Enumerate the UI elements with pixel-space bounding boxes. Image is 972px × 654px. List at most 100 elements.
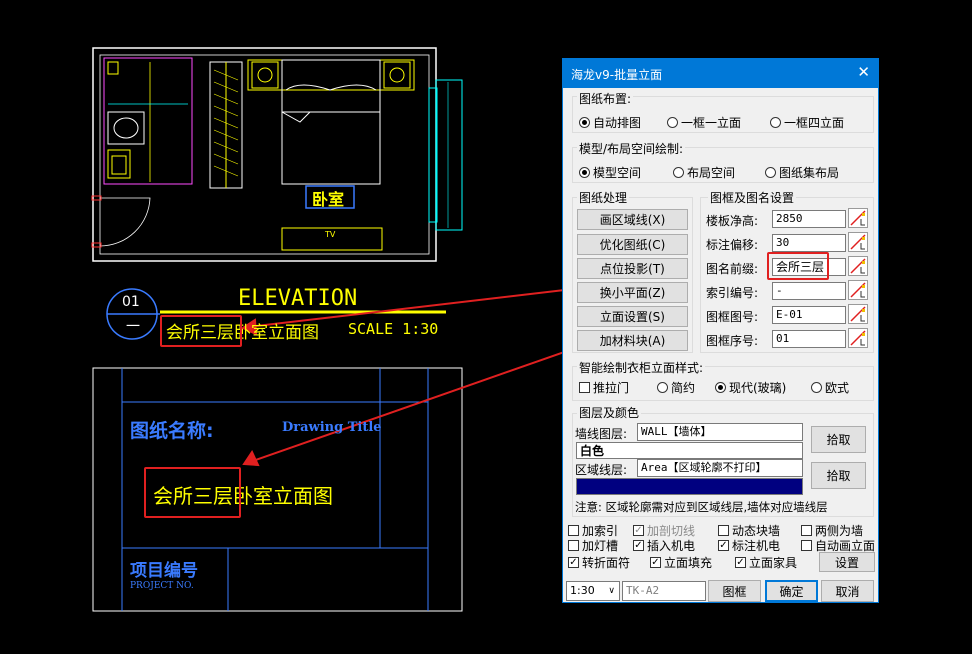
checkbox-dim-mep[interactable]: ✓ 标注机电 bbox=[718, 537, 780, 554]
pick-icon[interactable] bbox=[848, 232, 868, 252]
wall-color-swatch[interactable]: 白色 bbox=[576, 442, 803, 459]
checkbox-icon bbox=[568, 540, 579, 551]
cancel-button[interactable]: 取消 bbox=[821, 580, 874, 602]
pick-wall-layer-button[interactable]: 拾取 bbox=[811, 426, 866, 453]
radio-modern-glass[interactable]: 现代(玻璃) bbox=[715, 379, 786, 396]
radio-selected-icon bbox=[715, 382, 726, 393]
radio-selected-icon bbox=[579, 167, 590, 178]
radio-icon bbox=[657, 382, 668, 393]
checkbox-icon bbox=[801, 525, 812, 536]
checkbox-icon bbox=[718, 525, 729, 536]
pick-icon[interactable] bbox=[848, 280, 868, 300]
radio-layout-space[interactable]: 布局空间 bbox=[673, 164, 735, 181]
checkbox-turn-symbol[interactable]: ✓ 转折面符 bbox=[568, 554, 630, 571]
frame-type-input[interactable]: TK-A2 bbox=[622, 581, 706, 601]
dialog-title: 海龙v9-批量立面 bbox=[571, 68, 663, 82]
radio-sheet-set[interactable]: 图纸集布局 bbox=[765, 164, 839, 181]
radio-icon bbox=[765, 167, 776, 178]
area-layer-select[interactable]: Area【区域轮廓不打印】 bbox=[637, 459, 803, 477]
callout-number: 01 bbox=[122, 294, 140, 310]
frame-seq-input[interactable]: 01 bbox=[772, 330, 846, 348]
pick-area-layer-button[interactable]: 拾取 bbox=[811, 462, 866, 489]
layout-group-label: 图纸布置: bbox=[577, 90, 634, 107]
project-label: 项目编号 bbox=[130, 561, 198, 581]
floor-plan bbox=[91, 47, 463, 262]
frame-button[interactable]: 图框 bbox=[708, 580, 761, 602]
tv-label: TV bbox=[325, 230, 336, 239]
room-label: 卧室 bbox=[312, 190, 345, 209]
radio-simple[interactable]: 简约 bbox=[657, 379, 695, 396]
dim-offset-input[interactable]: 30 bbox=[772, 234, 846, 252]
scale-select[interactable]: 1:30 ∨ bbox=[566, 581, 620, 601]
frame-seq-label: 图框序号: bbox=[706, 334, 759, 348]
checkbox-icon bbox=[801, 540, 812, 551]
checkbox-checked-icon: ✓ bbox=[650, 557, 661, 568]
area-color-swatch[interactable]: 蓝色 bbox=[576, 478, 803, 495]
checkbox-light-slot[interactable]: 加灯槽 bbox=[568, 537, 618, 554]
project-label-en: PROJECT NO. bbox=[130, 581, 194, 591]
index-number-label: 索引编号: bbox=[706, 286, 759, 300]
checkbox-checked-icon: ✓ bbox=[568, 557, 579, 568]
checkbox-sliding-door[interactable]: 推拉门 bbox=[579, 379, 629, 396]
batch-elevation-dialog: 海龙v9-批量立面 ✕ 图纸布置: 自动排图 一框一立面 一框四立面 模型/布局… bbox=[562, 58, 879, 603]
name-prefix-label: 图名前缀: bbox=[706, 262, 759, 276]
titleblock-label-en: Drawing Title bbox=[282, 420, 382, 435]
scale-text: SCALE 1:30 bbox=[348, 320, 439, 338]
wall-layer-label: 墙线图层: bbox=[575, 427, 628, 441]
checkbox-icon bbox=[568, 525, 579, 536]
add-material-button[interactable]: 加材料块(A) bbox=[577, 330, 688, 351]
index-number-input[interactable]: - bbox=[772, 282, 846, 300]
highlight-elevation-prefix bbox=[160, 315, 242, 347]
layer-note: 注意: 区域轮廓需对应到区域线层,墙体对应墙线层 bbox=[575, 500, 828, 514]
radio-icon bbox=[667, 117, 678, 128]
elevation-title: ELEVATION bbox=[238, 286, 358, 311]
radio-icon bbox=[673, 167, 684, 178]
frame-sheet-label: 图框图号: bbox=[706, 310, 759, 324]
radio-one-frame-four[interactable]: 一框四立面 bbox=[770, 114, 844, 131]
optimize-drawing-button[interactable]: 优化图纸(C) bbox=[577, 234, 688, 255]
pick-icon[interactable] bbox=[848, 328, 868, 348]
ok-button[interactable]: 确定 bbox=[765, 580, 818, 602]
elevation-settings-button[interactable]: 立面设置(S) bbox=[577, 306, 688, 327]
point-projection-button[interactable]: 点位投影(T) bbox=[577, 258, 688, 279]
area-layer-label: 区域线层: bbox=[575, 463, 628, 477]
checkbox-checked-icon: ✓ bbox=[735, 557, 746, 568]
checkbox-elevation-fill[interactable]: ✓ 立面填充 bbox=[650, 554, 712, 571]
checkbox-icon bbox=[579, 382, 590, 393]
titleblock-label: 图纸名称: bbox=[130, 420, 214, 442]
pick-icon[interactable] bbox=[848, 208, 868, 228]
dim-offset-label: 标注偏移: bbox=[706, 238, 759, 252]
space-group-label: 模型/布局空间绘制: bbox=[577, 140, 686, 157]
process-group-label: 图纸处理 bbox=[577, 189, 630, 206]
wall-layer-select[interactable]: WALL【墙体】 bbox=[637, 423, 803, 441]
pick-icon[interactable] bbox=[848, 304, 868, 324]
layer-group-label: 图层及颜色 bbox=[577, 404, 642, 421]
wardrobe-group-label: 智能绘制衣柜立面样式: bbox=[577, 359, 706, 376]
checkbox-elevation-furniture[interactable]: ✓ 立面家具 bbox=[735, 554, 797, 571]
settings-button[interactable]: 设置 bbox=[819, 552, 875, 572]
checkbox-checked-icon: ✓ bbox=[633, 540, 644, 551]
checkbox-checked-icon: ✓ bbox=[633, 525, 644, 536]
floor-height-input[interactable]: 2850 bbox=[772, 210, 846, 228]
radio-european[interactable]: 欧式 bbox=[811, 379, 849, 396]
checkbox-checked-icon: ✓ bbox=[718, 540, 729, 551]
frame-group-label: 图框及图名设置 bbox=[708, 189, 797, 206]
dialog-titlebar[interactable]: 海龙v9-批量立面 ✕ bbox=[563, 59, 878, 88]
radio-selected-icon bbox=[579, 117, 590, 128]
frame-sheet-input[interactable]: E-01 bbox=[772, 306, 846, 324]
chevron-down-icon: ∨ bbox=[608, 586, 615, 596]
pick-icon[interactable] bbox=[848, 256, 868, 276]
callout-sub: 一 bbox=[126, 319, 140, 335]
radio-icon bbox=[770, 117, 781, 128]
draw-region-button[interactable]: 画区域线(X) bbox=[577, 209, 688, 230]
highlight-prefix-field bbox=[767, 252, 829, 280]
checkbox-insert-mep[interactable]: ✓ 插入机电 bbox=[633, 537, 695, 554]
radio-icon bbox=[811, 382, 822, 393]
floor-height-label: 楼板净高: bbox=[706, 214, 759, 228]
highlight-title-prefix bbox=[144, 467, 241, 518]
radio-one-frame-one[interactable]: 一框一立面 bbox=[667, 114, 741, 131]
radio-model-space[interactable]: 模型空间 bbox=[579, 164, 641, 181]
switch-plan-button[interactable]: 换小平面(Z) bbox=[577, 282, 688, 303]
radio-auto-layout[interactable]: 自动排图 bbox=[579, 114, 641, 131]
close-icon[interactable]: ✕ bbox=[857, 63, 870, 81]
